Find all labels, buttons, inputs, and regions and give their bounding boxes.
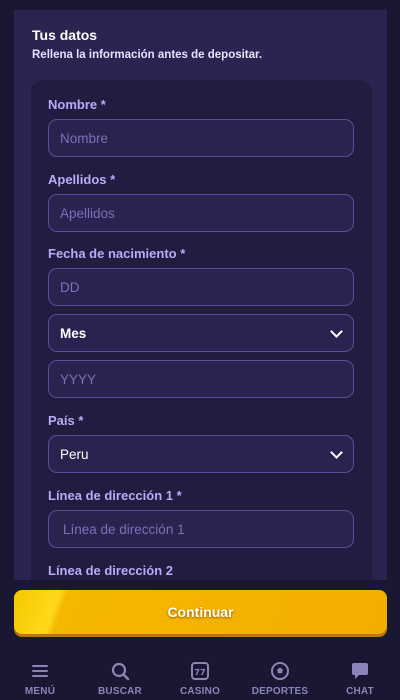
- year-input[interactable]: YYYY: [48, 360, 354, 398]
- fecha-label: Fecha de nacimiento *: [48, 246, 186, 261]
- nav-label-search: BUSCAR: [98, 686, 142, 697]
- nav-item-sports[interactable]: DEPORTES: [240, 652, 320, 697]
- apellidos-label: Apellidos *: [48, 172, 116, 187]
- deposit-details-panel: Tus datos Rellena la información antes d…: [14, 10, 387, 580]
- month-value: Mes: [60, 325, 87, 341]
- soccer-ball-icon: [271, 662, 289, 680]
- form-card: Nombre * Nombre Apellidos * Apellidos Fe…: [31, 80, 372, 580]
- pais-label: País *: [48, 413, 84, 428]
- apellidos-input[interactable]: Apellidos: [48, 194, 354, 232]
- apellidos-placeholder: Apellidos: [60, 205, 115, 221]
- nav-item-menu[interactable]: MENÚ: [0, 652, 80, 697]
- address-line-1-input[interactable]: Línea de dirección 1: [48, 510, 354, 548]
- search-icon: [111, 662, 130, 681]
- nombre-input[interactable]: Nombre: [48, 119, 354, 157]
- bottom-nav: MENÚ BUSCAR 77 CASINO DEPORTES CHAT: [0, 652, 400, 700]
- nombre-placeholder: Nombre: [60, 130, 109, 146]
- direccion1-label: Línea de dirección 1 *: [48, 488, 182, 503]
- nav-label-chat: CHAT: [346, 686, 374, 697]
- nombre-label: Nombre *: [48, 97, 106, 112]
- svg-text:77: 77: [194, 668, 205, 677]
- day-input[interactable]: DD: [48, 268, 354, 306]
- nav-label-menu: MENÚ: [24, 686, 56, 697]
- country-value: Peru: [60, 446, 89, 462]
- nav-item-chat[interactable]: CHAT: [320, 652, 400, 697]
- direccion2-label: Línea de dirección 2: [48, 563, 173, 578]
- continue-button[interactable]: Continuar: [14, 590, 387, 634]
- nav-label-sports: DEPORTES: [251, 686, 309, 697]
- nav-item-search[interactable]: BUSCAR: [80, 652, 160, 697]
- panel-subtitle: Rellena la información antes de deposita…: [32, 49, 263, 61]
- nav-item-casino[interactable]: 77 CASINO: [160, 652, 240, 697]
- chevron-down-icon: [330, 445, 343, 459]
- slot-machine-icon: 77: [191, 662, 209, 680]
- chevron-down-icon: [330, 324, 343, 338]
- year-placeholder: YYYY: [60, 371, 97, 387]
- menu-icon: [32, 665, 48, 677]
- chat-icon: [352, 663, 368, 679]
- address-line-1-placeholder: Línea de dirección 1: [63, 521, 185, 537]
- country-select[interactable]: Peru: [48, 435, 354, 473]
- month-select[interactable]: Mes: [48, 314, 354, 352]
- panel-title: Tus datos: [32, 27, 98, 43]
- nav-label-casino: CASINO: [179, 686, 221, 697]
- day-placeholder: DD: [60, 279, 80, 295]
